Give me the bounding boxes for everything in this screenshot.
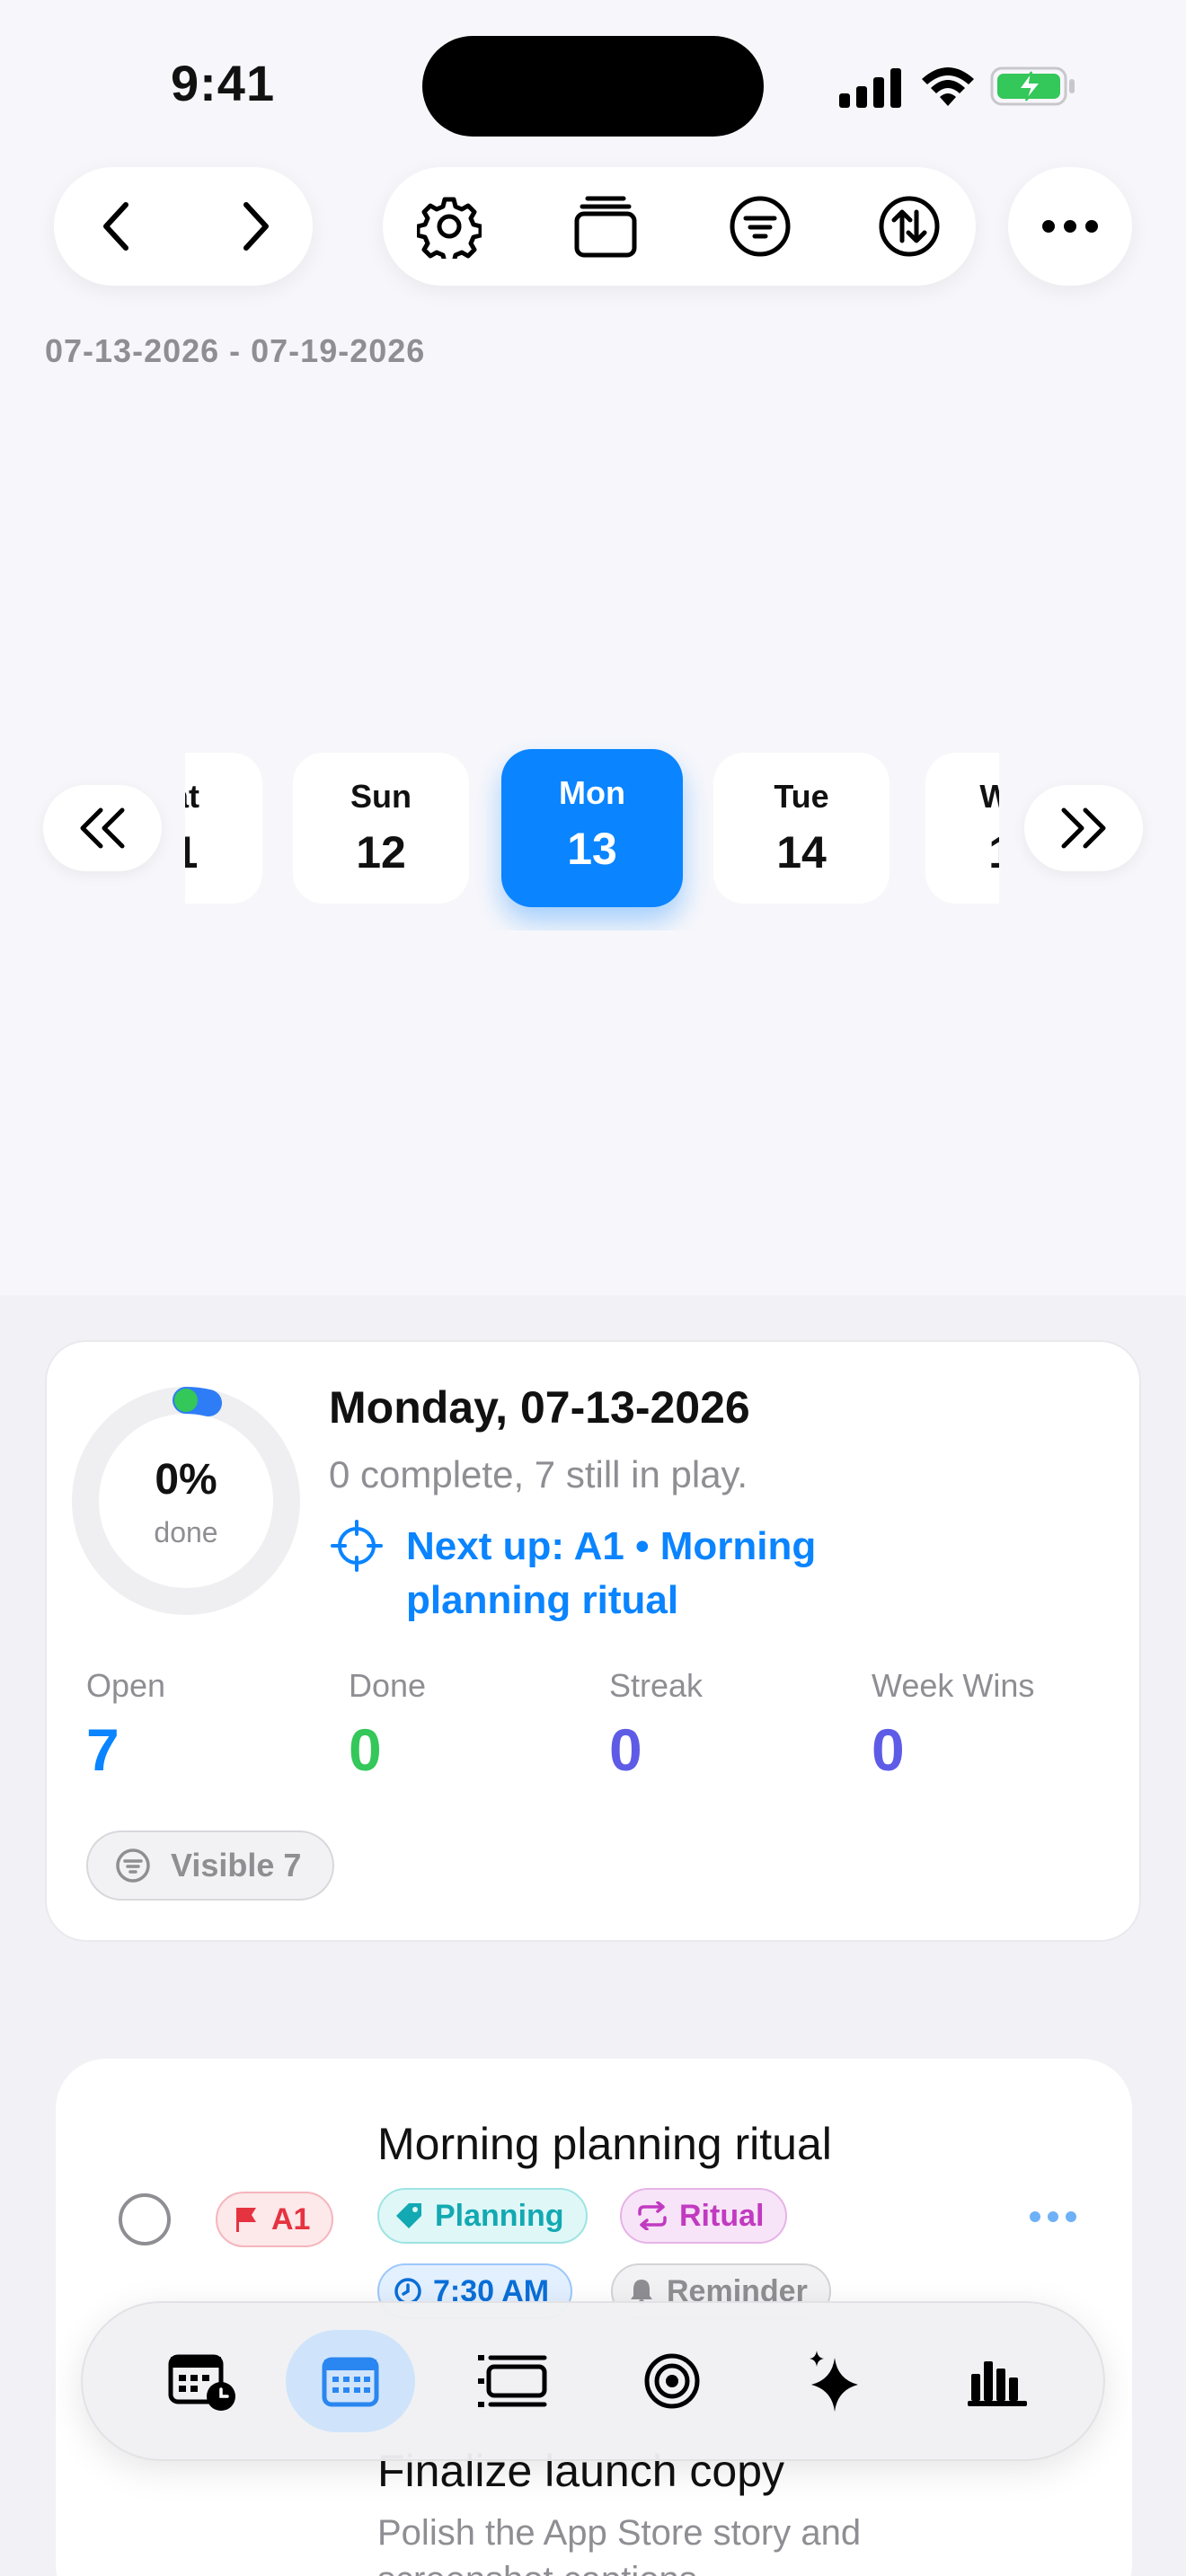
tag-label: Ritual bbox=[679, 2198, 765, 2233]
target-icon bbox=[644, 2353, 700, 2409]
day-strip: Sat 11 Sun 12 Mon 13 Tue 14 Wed 15 bbox=[185, 737, 999, 931]
progress-percent: 0% bbox=[155, 1456, 217, 1504]
stack-button[interactable] bbox=[561, 183, 651, 269]
tab-ai[interactable] bbox=[771, 2330, 900, 2432]
settings-icon bbox=[417, 197, 482, 259]
summary-title: Monday, 07-13-2026 bbox=[329, 1382, 750, 1433]
double-chevron-right-icon bbox=[1061, 807, 1106, 849]
day-cell[interactable]: Wed 15 bbox=[925, 753, 999, 904]
next-up-link[interactable]: Next up: A1 • Morning planning ritual bbox=[406, 1520, 909, 1628]
day-name: Mon bbox=[559, 774, 625, 811]
tag-ritual[interactable]: Ritual bbox=[620, 2188, 788, 2244]
day-number: 15 bbox=[925, 826, 999, 878]
status-time: 9:41 bbox=[171, 55, 276, 111]
next-week-button[interactable] bbox=[212, 183, 298, 269]
summary-subtitle: 0 complete, 7 still in play. bbox=[329, 1453, 748, 1495]
stat-done-value: 0 bbox=[349, 1716, 382, 1783]
stats-icon bbox=[968, 2361, 1027, 2406]
back-icon bbox=[103, 202, 128, 251]
day-number: 12 bbox=[356, 827, 406, 878]
day-cell[interactable]: Tue 14 bbox=[713, 753, 890, 904]
day-number: 14 bbox=[776, 827, 827, 878]
day-number: 13 bbox=[567, 824, 617, 874]
signal-icon bbox=[839, 68, 902, 112]
priority-label: A1 bbox=[271, 2201, 311, 2236]
filter-icon bbox=[116, 1848, 150, 1883]
day-name: Sun bbox=[350, 778, 412, 815]
stat-open-value: 7 bbox=[86, 1716, 119, 1783]
tab-stats[interactable] bbox=[933, 2330, 1062, 2432]
tag-planning[interactable]: Planning bbox=[377, 2188, 588, 2244]
day-name: Tue bbox=[774, 778, 829, 815]
stat-streak-label: Streak bbox=[609, 1667, 704, 1704]
task-title[interactable]: Morning planning ritual bbox=[377, 2118, 832, 2170]
repeat-icon bbox=[638, 2201, 667, 2230]
schedule-icon bbox=[168, 2354, 235, 2411]
tag-icon bbox=[396, 2203, 421, 2228]
more-icon bbox=[1030, 2211, 1076, 2222]
more-icon bbox=[1042, 220, 1098, 233]
day-cell[interactable]: Sat 11 bbox=[185, 753, 262, 904]
sort-icon bbox=[879, 196, 940, 257]
visible-chip-label: Visible 7 bbox=[171, 1847, 302, 1883]
sparkles-icon bbox=[810, 2351, 858, 2412]
tab-schedule[interactable] bbox=[138, 2330, 268, 2432]
filter-icon bbox=[730, 196, 791, 257]
progress-label: done bbox=[154, 1516, 218, 1548]
filter-button[interactable] bbox=[715, 183, 805, 269]
forward-icon bbox=[243, 202, 269, 251]
stack-icon bbox=[574, 196, 637, 258]
stat-week-wins-value: 0 bbox=[872, 1716, 905, 1783]
more-button[interactable] bbox=[1008, 167, 1132, 286]
double-chevron-left-icon bbox=[80, 807, 125, 849]
list-icon bbox=[478, 2355, 547, 2407]
task-notes: Polish the App Store story and screensho… bbox=[377, 2513, 862, 2576]
tab-calendar[interactable] bbox=[286, 2330, 415, 2432]
priority-badge: A1 bbox=[216, 2192, 334, 2247]
crosshair-icon bbox=[331, 1520, 383, 1576]
battery-icon bbox=[990, 65, 1076, 112]
flag-icon bbox=[236, 2208, 256, 2232]
stat-week-wins-label: Week Wins bbox=[872, 1667, 1035, 1704]
stat-open-label: Open bbox=[86, 1667, 166, 1704]
calendar-icon bbox=[322, 2357, 379, 2407]
day-name: Wed bbox=[979, 778, 999, 815]
task-checkbox[interactable] bbox=[119, 2193, 171, 2245]
jump-forward-button[interactable] bbox=[1024, 785, 1143, 871]
stat-streak-value: 0 bbox=[609, 1716, 642, 1783]
previous-week-button[interactable] bbox=[74, 183, 160, 269]
sort-button[interactable] bbox=[864, 183, 954, 269]
tag-label: Planning bbox=[435, 2198, 564, 2233]
wifi-icon bbox=[920, 65, 976, 112]
jump-back-button[interactable] bbox=[43, 785, 162, 871]
visible-filter-chip[interactable]: Visible 7 bbox=[86, 1831, 334, 1901]
tab-goals[interactable] bbox=[607, 2330, 737, 2432]
task-more-button[interactable] bbox=[1028, 2210, 1078, 2228]
tab-list[interactable] bbox=[447, 2330, 577, 2432]
day-cell[interactable]: Sun 12 bbox=[293, 753, 469, 904]
day-cell-selected[interactable]: Mon 13 bbox=[501, 749, 683, 907]
dynamic-island bbox=[422, 36, 764, 137]
stat-done-label: Done bbox=[349, 1667, 427, 1704]
date-range: 07-13-2026 - 07-19-2026 bbox=[45, 332, 426, 369]
day-number: 11 bbox=[185, 827, 199, 878]
day-name: Sat bbox=[185, 778, 200, 815]
settings-button[interactable] bbox=[404, 183, 494, 269]
